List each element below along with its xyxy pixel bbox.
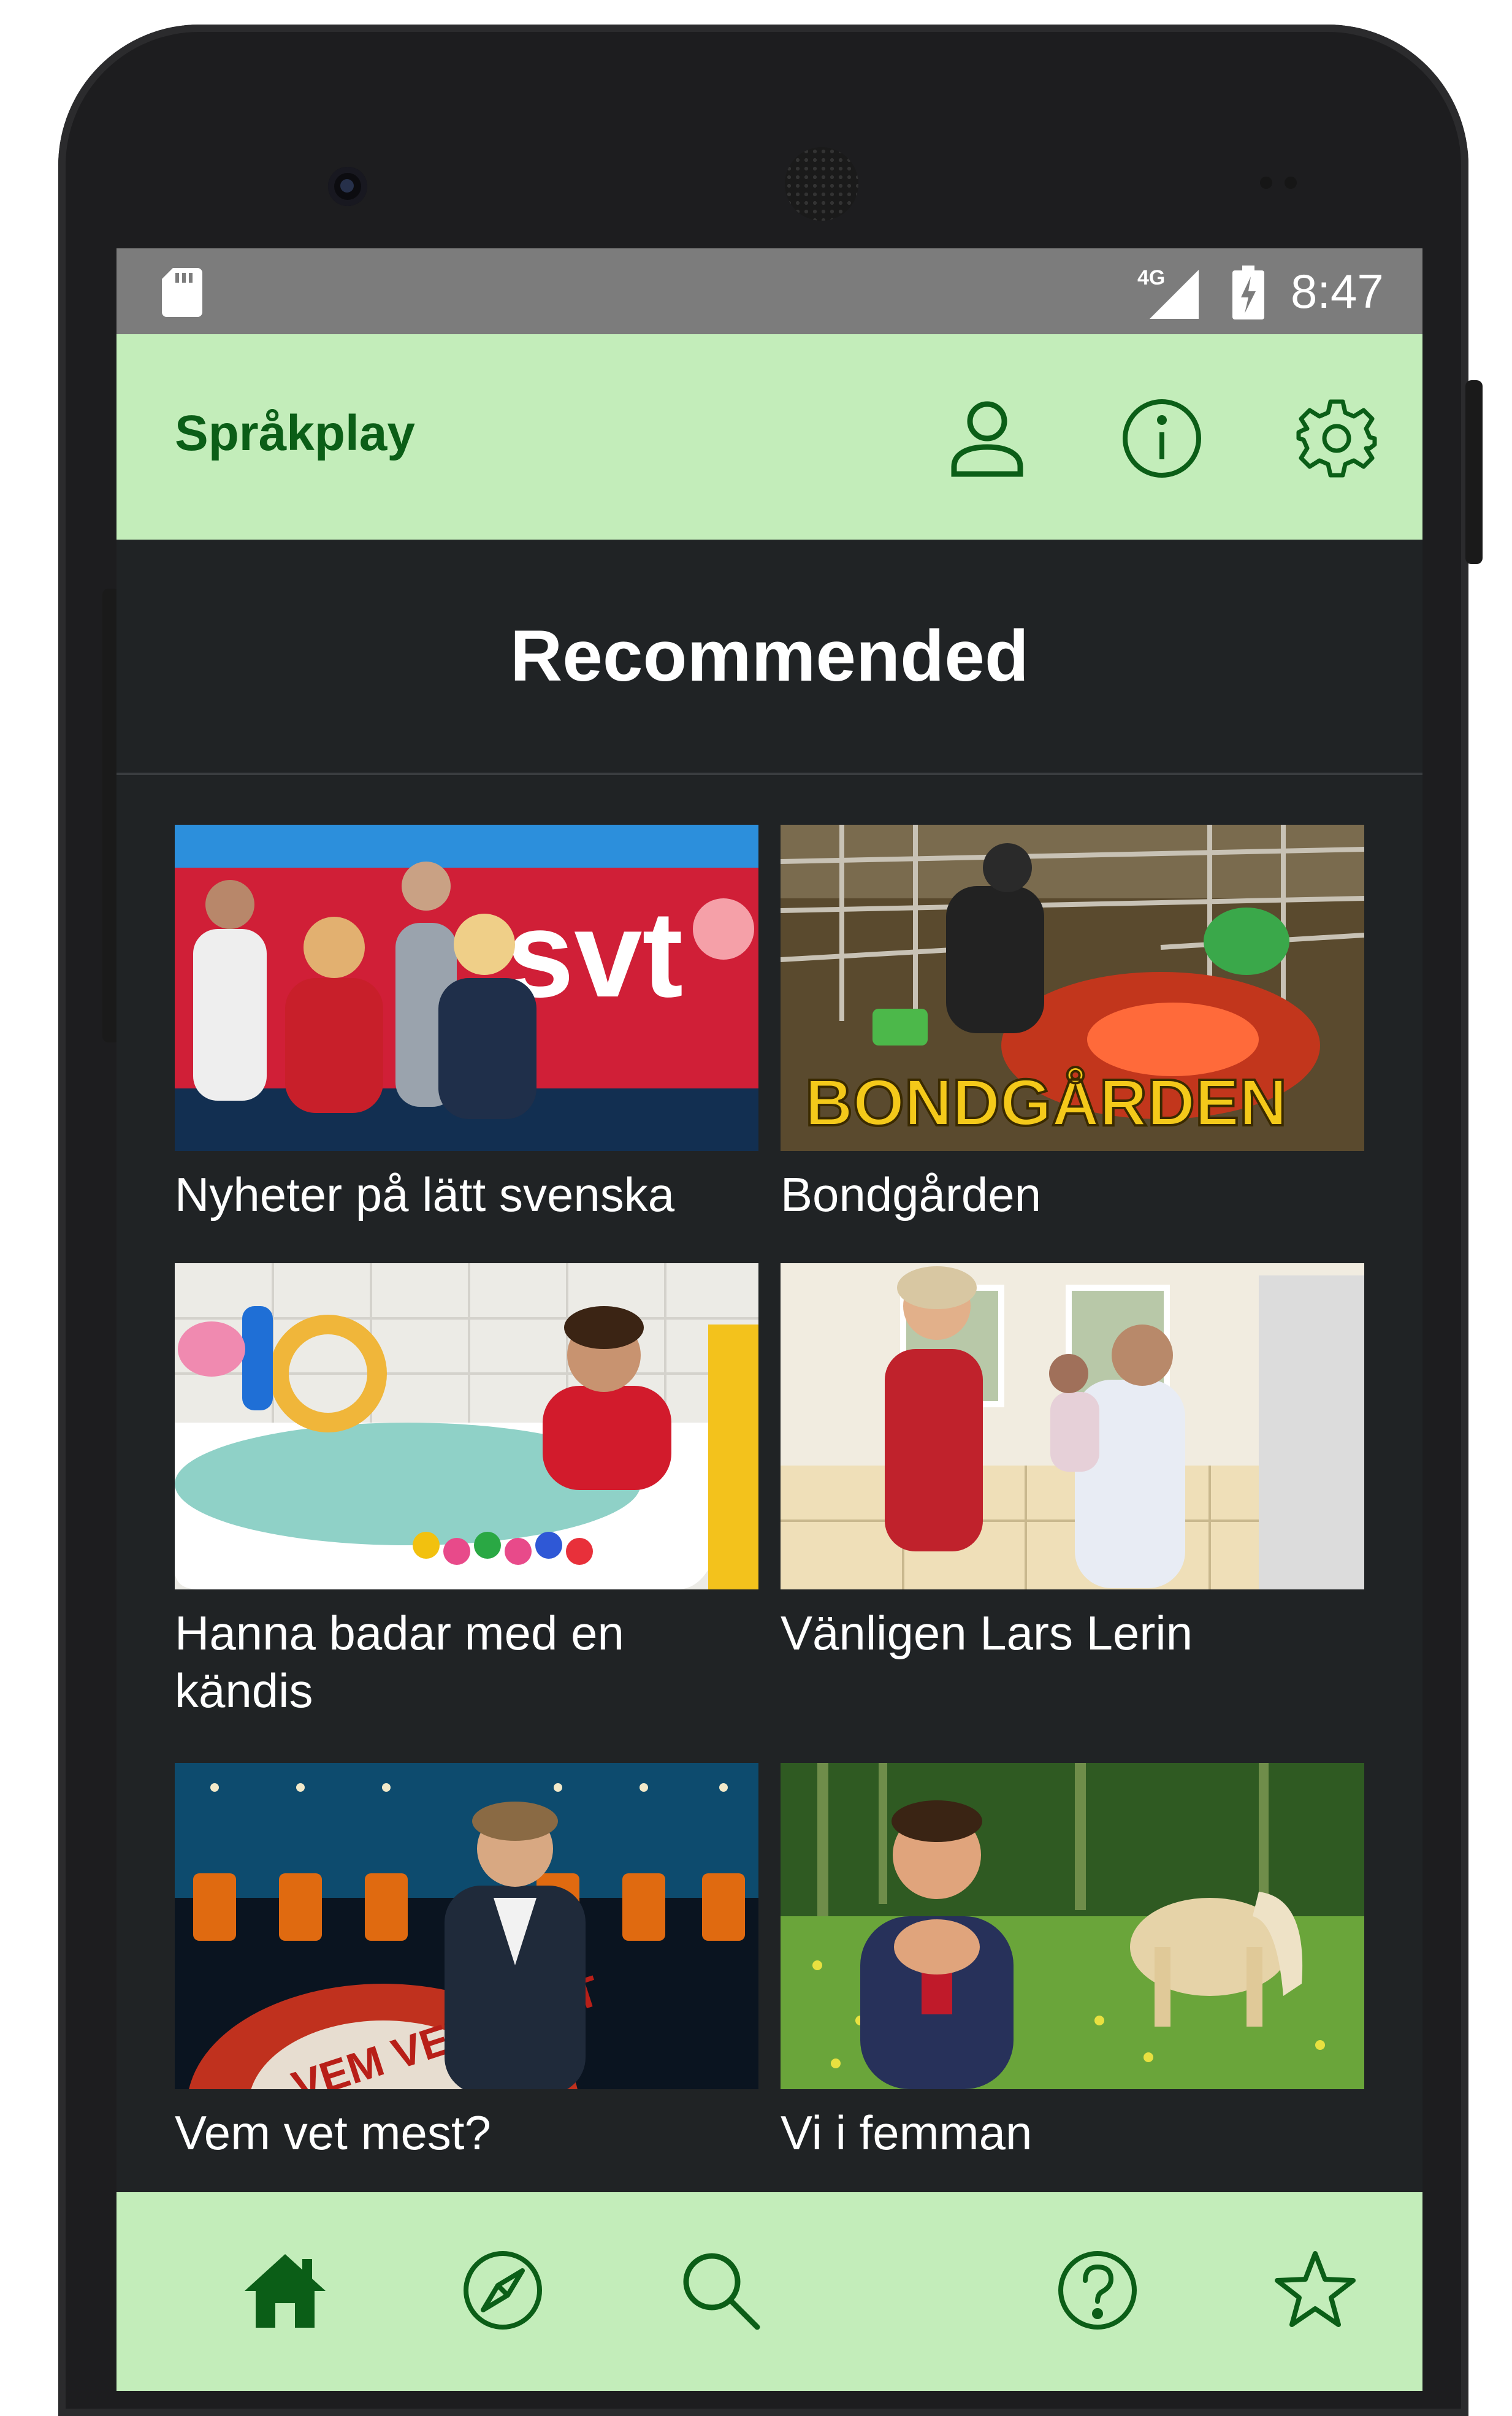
nav-explore[interactable] <box>454 2241 552 2339</box>
home-icon <box>245 2254 326 2328</box>
star-icon <box>1275 2251 1356 2327</box>
search-icon <box>683 2253 760 2330</box>
program-card-lars-lerin[interactable]: Vänligen Lars Lerin <box>781 1263 1364 1662</box>
network-type-label: 4G <box>1137 266 1165 289</box>
section-title: Recommended <box>510 616 1029 697</box>
program-card-vem-vet-mest[interactable]: VEM VET MEST Vem vet mest? <box>175 1763 758 2162</box>
status-bar: 4G 8:47 <box>116 248 1422 334</box>
settings-button[interactable] <box>1291 392 1383 484</box>
program-thumbnail <box>781 1263 1364 1589</box>
program-title: Vänligen Lars Lerin <box>781 1606 1193 1660</box>
compass-icon <box>464 2251 542 2330</box>
nav-help[interactable] <box>1048 2241 1147 2339</box>
program-card-vi-i-femman[interactable]: Vi i femman <box>781 1763 1364 2162</box>
app-bar: Språkplay <box>116 334 1422 540</box>
bottom-navigation <box>116 2192 1422 2391</box>
power-button <box>1465 380 1483 564</box>
profile-button[interactable] <box>941 392 1033 484</box>
program-card-nyheter[interactable]: svt Nyheter på lätt svenska <box>175 825 758 1223</box>
program-thumbnail: VEM VET MEST <box>175 1763 758 2089</box>
earpiece-speaker <box>785 147 858 221</box>
battery-charging-icon <box>1232 266 1264 319</box>
program-thumbnail: BONDGÅRDEN <box>781 825 1364 1151</box>
program-title: Vem vet mest? <box>175 2106 491 2160</box>
person-icon <box>951 401 1023 477</box>
info-button[interactable] <box>1116 392 1208 484</box>
program-title: Hanna badar med en kändis <box>175 1606 624 1718</box>
device-screen: 4G 8:47 Språkplay Recommended svt Nyhete… <box>116 248 1422 2391</box>
nav-search[interactable] <box>671 2241 769 2339</box>
proximity-sensor <box>1260 177 1309 189</box>
info-icon <box>1123 399 1201 478</box>
status-clock: 8:47 <box>1291 264 1384 318</box>
sd-card-icon <box>162 268 202 317</box>
program-card-hanna[interactable]: Hanna badar med en kändis <box>175 1263 758 1719</box>
program-title: Nyheter på lätt svenska <box>175 1168 675 1221</box>
program-thumbnail <box>175 1263 758 1589</box>
program-title: Bondgården <box>781 1168 1042 1221</box>
help-icon <box>1058 2251 1137 2330</box>
program-thumbnail <box>781 1763 1364 2089</box>
program-title: Vi i femman <box>781 2106 1033 2160</box>
program-card-bondgarden[interactable]: BONDGÅRDEN Bondgården <box>781 825 1364 1223</box>
nav-home[interactable] <box>236 2241 334 2339</box>
app-title: Språkplay <box>175 405 415 461</box>
gear-icon <box>1296 399 1377 478</box>
front-camera <box>328 167 367 206</box>
section-header: Recommended <box>116 540 1422 775</box>
nav-favorites[interactable] <box>1266 2241 1364 2339</box>
thumbnail-logo-text: BONDGÅRDEN <box>805 1065 1287 1139</box>
signal-icon: 4G <box>1137 266 1199 319</box>
program-thumbnail: svt <box>175 825 758 1151</box>
